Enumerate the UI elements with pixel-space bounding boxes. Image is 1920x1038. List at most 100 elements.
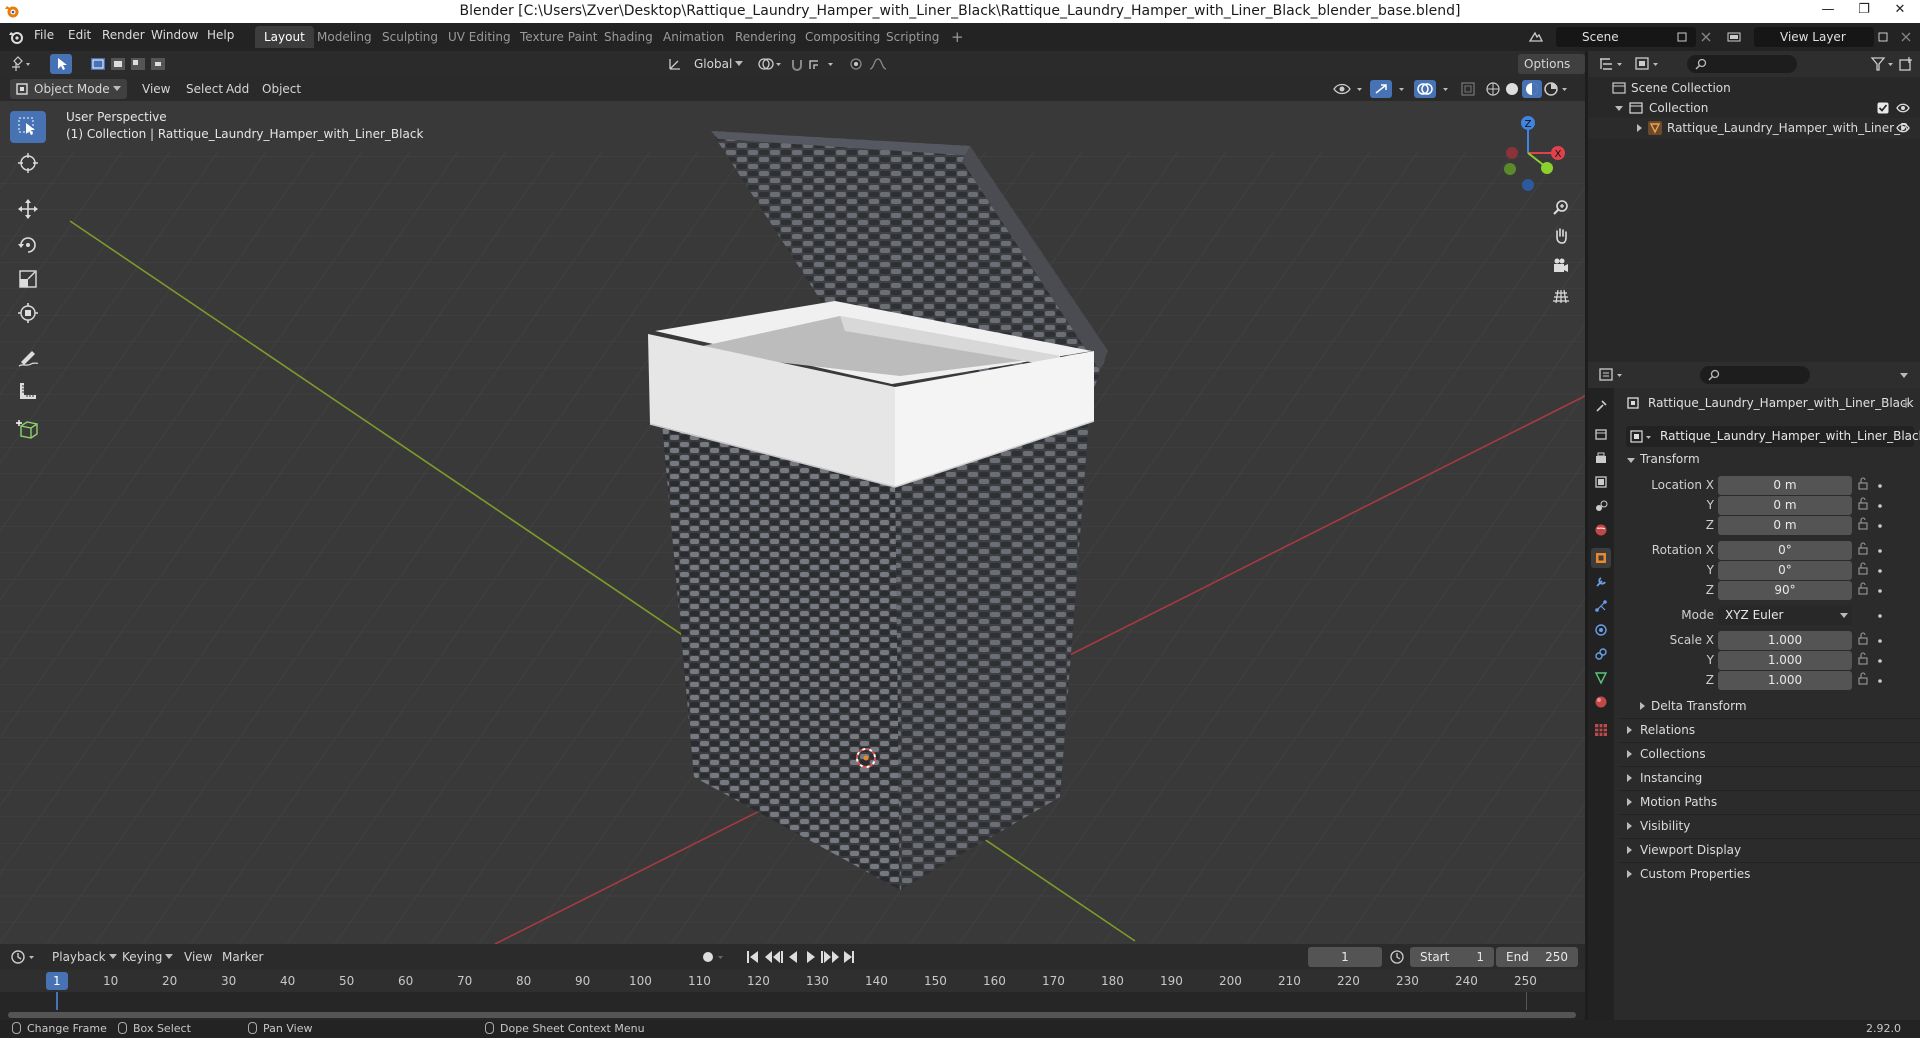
rotation-mode-dropdown[interactable]: XYZ Euler bbox=[1718, 606, 1852, 625]
shading-mode-icons[interactable] bbox=[1484, 80, 1570, 98]
pan-view-button[interactable] bbox=[1548, 223, 1574, 249]
eye-icon[interactable] bbox=[1896, 122, 1910, 134]
view-layer-selector[interactable]: View Layer bbox=[1754, 27, 1874, 47]
timeline-editor-icon[interactable] bbox=[10, 948, 38, 966]
marker-menu[interactable]: Marker bbox=[216, 947, 269, 967]
editor-type-icon[interactable] bbox=[10, 55, 34, 73]
tab-texture[interactable] bbox=[1591, 720, 1611, 740]
lock-and-keyframe-icons[interactable] bbox=[1856, 476, 1888, 692]
custom-properties-panel-title[interactable]: Custom Properties bbox=[1640, 867, 1750, 881]
timeline-view-menu[interactable]: View bbox=[178, 947, 218, 967]
tool-move[interactable] bbox=[10, 193, 46, 225]
playback-controls[interactable] bbox=[744, 948, 856, 966]
pivot-point-icon[interactable] bbox=[756, 56, 784, 72]
gizmo-toggle-icon[interactable] bbox=[1370, 80, 1414, 98]
viewport-display-panel-title[interactable]: Viewport Display bbox=[1640, 843, 1741, 857]
expand-arrow-icon[interactable] bbox=[1615, 106, 1623, 111]
menu-file[interactable]: File bbox=[34, 28, 54, 42]
menu-edit[interactable]: Edit bbox=[68, 28, 91, 42]
transform-panel-title[interactable]: Transform bbox=[1640, 452, 1700, 466]
end-frame-field[interactable]: End 250 bbox=[1496, 947, 1578, 967]
menu-window[interactable]: Window bbox=[151, 28, 198, 42]
location-z-field[interactable]: 0 m bbox=[1718, 516, 1852, 535]
tab-view-layer[interactable] bbox=[1591, 472, 1611, 492]
tab-output[interactable] bbox=[1591, 448, 1611, 468]
location-x-field[interactable]: 0 m bbox=[1718, 476, 1852, 495]
tool-annotate[interactable] bbox=[10, 341, 46, 373]
menu-render[interactable]: Render bbox=[102, 28, 145, 42]
xray-toggle-icon[interactable] bbox=[1460, 81, 1476, 97]
motion-paths-expand-icon[interactable] bbox=[1627, 798, 1632, 806]
tab-data[interactable] bbox=[1591, 668, 1611, 688]
outliner-editor-icon[interactable] bbox=[1598, 55, 1626, 73]
scale-y-field[interactable]: 1.000 bbox=[1718, 651, 1852, 670]
new-collection-icon[interactable] bbox=[1898, 56, 1914, 72]
timeline-ruler[interactable]: 1 10 20 30 40 50 60 70 80 90 100 110 120… bbox=[0, 970, 1585, 992]
camera-view-button[interactable] bbox=[1548, 253, 1574, 279]
tab-modeling[interactable]: Modeling bbox=[308, 26, 381, 48]
instancing-expand-icon[interactable] bbox=[1627, 774, 1632, 782]
filter-icon[interactable] bbox=[1870, 56, 1896, 72]
eye-icon[interactable] bbox=[1896, 102, 1910, 114]
instancing-panel-title[interactable]: Instancing bbox=[1640, 771, 1702, 785]
menu-object[interactable]: Object bbox=[256, 79, 307, 99]
outliner-row-scene-collection[interactable]: Scene Collection bbox=[1588, 78, 1920, 98]
add-workspace-button[interactable]: + bbox=[942, 26, 973, 48]
select-tool-button[interactable] bbox=[50, 54, 72, 74]
rotation-y-field[interactable]: 0° bbox=[1718, 561, 1852, 580]
tab-world[interactable] bbox=[1591, 520, 1611, 540]
maximize-button[interactable]: ❐ bbox=[1846, 0, 1882, 23]
tab-material[interactable] bbox=[1591, 692, 1611, 712]
transform-orientation-icon[interactable] bbox=[667, 56, 683, 72]
tab-animation[interactable]: Animation bbox=[654, 26, 733, 48]
close-button[interactable]: ✕ bbox=[1882, 0, 1918, 23]
visibility-panel-title[interactable]: Visibility bbox=[1640, 819, 1690, 833]
tab-shading[interactable]: Shading bbox=[595, 26, 662, 48]
remove-scene-icon[interactable] bbox=[1700, 31, 1712, 43]
chevron-down-icon[interactable] bbox=[1900, 373, 1908, 378]
start-frame-field[interactable]: Start 1 bbox=[1410, 947, 1494, 967]
copy-view-layer-icon[interactable] bbox=[1877, 31, 1889, 43]
tab-constraints[interactable] bbox=[1591, 644, 1611, 664]
remove-view-layer-icon[interactable] bbox=[1900, 31, 1912, 43]
ortho-toggle-button[interactable] bbox=[1548, 283, 1574, 309]
tool-scale[interactable] bbox=[10, 263, 46, 295]
viewport-display-expand-icon[interactable] bbox=[1627, 846, 1632, 854]
record-keyframe-icon[interactable] bbox=[700, 949, 730, 965]
timeline-scrollbar[interactable] bbox=[8, 1012, 1576, 1018]
tab-render[interactable] bbox=[1591, 424, 1611, 444]
tab-uv-editing[interactable]: UV Editing bbox=[439, 26, 520, 48]
tab-rendering[interactable]: Rendering bbox=[726, 26, 805, 48]
tab-sculpting[interactable]: Sculpting bbox=[373, 26, 447, 48]
visibility-expand-icon[interactable] bbox=[1627, 822, 1632, 830]
transform-expand-icon[interactable] bbox=[1627, 458, 1635, 463]
zoom-view-button[interactable] bbox=[1548, 194, 1574, 220]
current-frame-field[interactable]: 1 bbox=[1308, 947, 1382, 967]
expand-arrow-icon[interactable] bbox=[1637, 124, 1642, 132]
3d-viewport[interactable]: Global Options Object Mode View Select A… bbox=[0, 51, 1585, 944]
rotation-x-field[interactable]: 0° bbox=[1718, 541, 1852, 560]
tab-texture-paint[interactable]: Texture Paint bbox=[511, 26, 606, 48]
pin-icon[interactable] bbox=[1900, 397, 1912, 409]
properties-editor-icon[interactable] bbox=[1598, 366, 1626, 384]
tool-transform[interactable] bbox=[10, 297, 46, 329]
visibility-filter-icon[interactable] bbox=[1332, 81, 1368, 97]
tool-select-box[interactable] bbox=[10, 111, 46, 143]
overlays-toggle-icon[interactable] bbox=[1414, 80, 1458, 98]
tab-scripting[interactable]: Scripting bbox=[877, 26, 948, 48]
tool-rotate[interactable] bbox=[10, 229, 46, 261]
tab-object[interactable] bbox=[1591, 548, 1611, 568]
relations-expand-icon[interactable] bbox=[1627, 726, 1632, 734]
tab-physics[interactable] bbox=[1591, 620, 1611, 640]
copy-scene-icon[interactable] bbox=[1676, 31, 1688, 43]
tool-add-cube[interactable] bbox=[10, 413, 46, 445]
motion-paths-panel-title[interactable]: Motion Paths bbox=[1640, 795, 1717, 809]
scale-x-field[interactable]: 1.000 bbox=[1718, 631, 1852, 650]
keying-menu[interactable]: Keying bbox=[116, 947, 179, 967]
object-name-field[interactable]: Rattique_Laundry_Hamper_with_Liner_Black bbox=[1626, 426, 1920, 447]
outliner-row-collection[interactable]: Collection bbox=[1588, 98, 1920, 118]
tab-scene[interactable] bbox=[1591, 496, 1611, 516]
tab-particles[interactable] bbox=[1591, 596, 1611, 616]
menu-add[interactable]: Add bbox=[220, 79, 255, 99]
collections-expand-icon[interactable] bbox=[1627, 750, 1632, 758]
